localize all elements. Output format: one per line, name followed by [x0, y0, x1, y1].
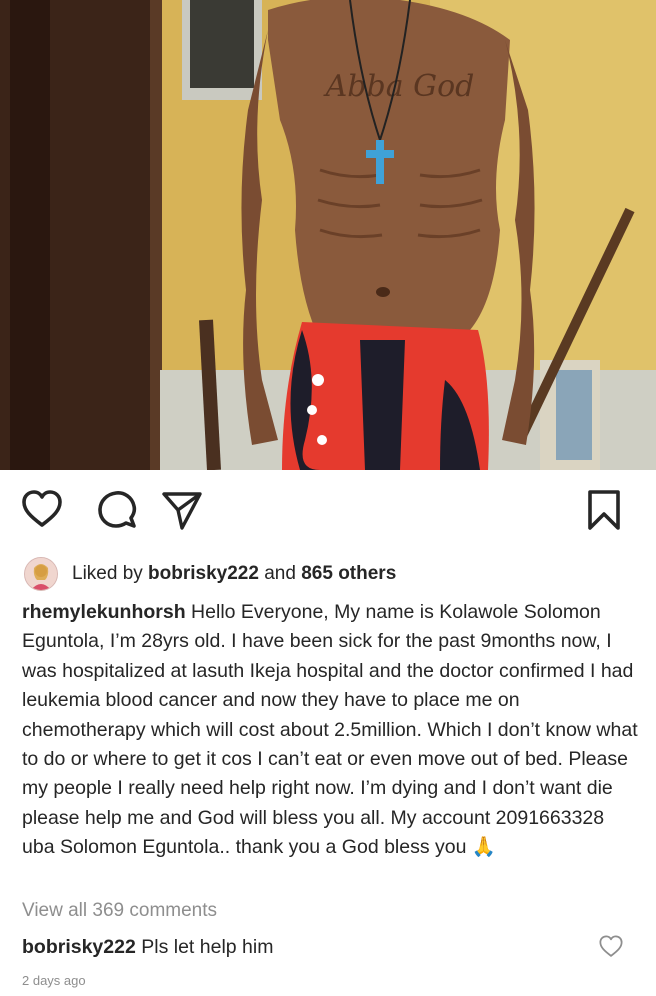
comment-bubble-icon[interactable] [95, 488, 139, 532]
liker-avatar[interactable] [24, 557, 58, 591]
liked-by-user-link[interactable]: bobrisky222 [148, 563, 259, 584]
post-photo[interactable]: Abba God [0, 0, 656, 470]
bookmark-icon[interactable] [582, 488, 626, 532]
comment-text: Pls let help him [135, 936, 274, 958]
heart-outline-icon[interactable] [20, 488, 64, 532]
caption-username[interactable]: rhemylekunhorsh [22, 601, 186, 623]
comment-username[interactable]: bobrisky222 [22, 936, 136, 958]
caption-text: Hello Everyone, My name is Kolawole Solo… [22, 601, 638, 859]
post-timestamp: 2 days ago [22, 973, 86, 988]
likes-prefix: Liked by [72, 563, 149, 584]
post-caption: rhemylekunhorsh Hello Everyone, My name … [22, 598, 642, 863]
post-actions-bar [0, 488, 656, 538]
comment-like-heart-icon[interactable] [598, 934, 624, 960]
likes-row: Liked by bobrisky222 and 865 others [24, 557, 396, 591]
likes-middle: and [258, 563, 302, 584]
likes-text: Liked by bobrisky222 and 865 others [72, 563, 396, 585]
paper-plane-icon[interactable] [160, 488, 204, 532]
view-all-comments-link[interactable]: View all 369 comments [22, 900, 217, 922]
praying-hands-emoji: 🙏 [471, 836, 497, 859]
comment-row: bobrisky222 Pls let help him [22, 932, 634, 962]
likes-count-link[interactable]: 865 others [301, 563, 396, 584]
